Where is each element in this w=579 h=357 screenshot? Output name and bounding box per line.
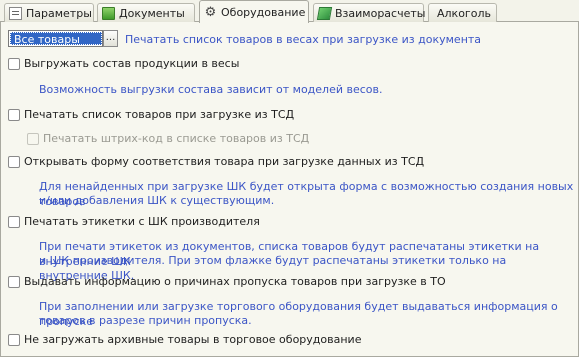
tab-alcohol[interactable]: Алкоголь (428, 3, 497, 22)
option-checkbox[interactable] (8, 155, 20, 168)
option-label: Открывать форму соответствия товара при … (24, 155, 425, 168)
parameters-icon (9, 6, 22, 20)
tab-bar: Параметры Документы ⚙ Оборудование Взаим… (0, 0, 579, 23)
option-checkbox[interactable] (8, 275, 20, 288)
option-print-tsd-list[interactable]: Печатать список товаров при загрузке из … (8, 108, 294, 121)
option-label: Печатать этикетки с ШК производителя (24, 215, 260, 228)
option-print-manufacturer-labels[interactable]: Печатать этикетки с ШК производителя (8, 215, 260, 228)
option-checkbox[interactable] (8, 108, 20, 121)
tab-documents[interactable]: Документы (97, 3, 195, 22)
option-checkbox[interactable] (8, 215, 20, 228)
option-checkbox[interactable] (8, 333, 20, 346)
option-hint: товаров в разрезе причин пропуска. (39, 314, 252, 327)
tab-settlements[interactable]: Взаиморасчеты (313, 3, 426, 22)
weight-print-choose-button[interactable]: ... (103, 30, 118, 47)
option-export-composition[interactable]: Выгружать состав продукции в весы (8, 57, 239, 70)
tab-label: Документы (119, 6, 185, 20)
option-print-barcode-tsd[interactable]: Печатать штрих-код в списке товаров из Т… (27, 132, 309, 145)
option-hint: Возможность выгрузки состава зависит от … (39, 83, 383, 96)
equipment-icon: ⚙ (204, 4, 217, 20)
weight-print-select-value: Все товары (10, 32, 102, 45)
tab-label: Взаиморасчеты (335, 6, 426, 20)
option-skip-archived[interactable]: Не загружать архивные товары в торговое … (8, 333, 361, 346)
equipment-panel: Все товары ... Печатать список товаров в… (0, 22, 579, 357)
option-label: Выдавать информацию о причинах пропуска … (24, 275, 446, 288)
settlements-icon (316, 6, 333, 20)
option-label: Печатать список товаров при загрузке из … (24, 108, 295, 121)
tab-equipment[interactable]: ⚙ Оборудование (199, 0, 309, 23)
option-open-match-form[interactable]: Открывать форму соответствия товара при … (8, 155, 424, 168)
option-skip-reasons[interactable]: Выдавать информацию о причинах пропуска … (8, 275, 446, 288)
tab-label: Оборудование (221, 5, 306, 19)
tab-label: Параметры (26, 6, 92, 20)
option-hint: и/или добавления ШК к существующим. (39, 194, 275, 207)
documents-icon (102, 6, 115, 20)
option-checkbox[interactable] (27, 132, 39, 145)
option-checkbox[interactable] (8, 57, 20, 70)
option-label: Печатать штрих-код в списке товаров из Т… (43, 132, 310, 145)
weight-print-select[interactable]: Все товары (8, 30, 103, 47)
weight-print-description: Печатать список товаров в весах при загр… (125, 33, 482, 46)
option-label: Не загружать архивные товары в торговое … (24, 333, 362, 346)
tab-label: Алкоголь (437, 6, 491, 20)
tab-parameters[interactable]: Параметры (4, 3, 94, 22)
option-label: Выгружать состав продукции в весы (24, 57, 240, 70)
